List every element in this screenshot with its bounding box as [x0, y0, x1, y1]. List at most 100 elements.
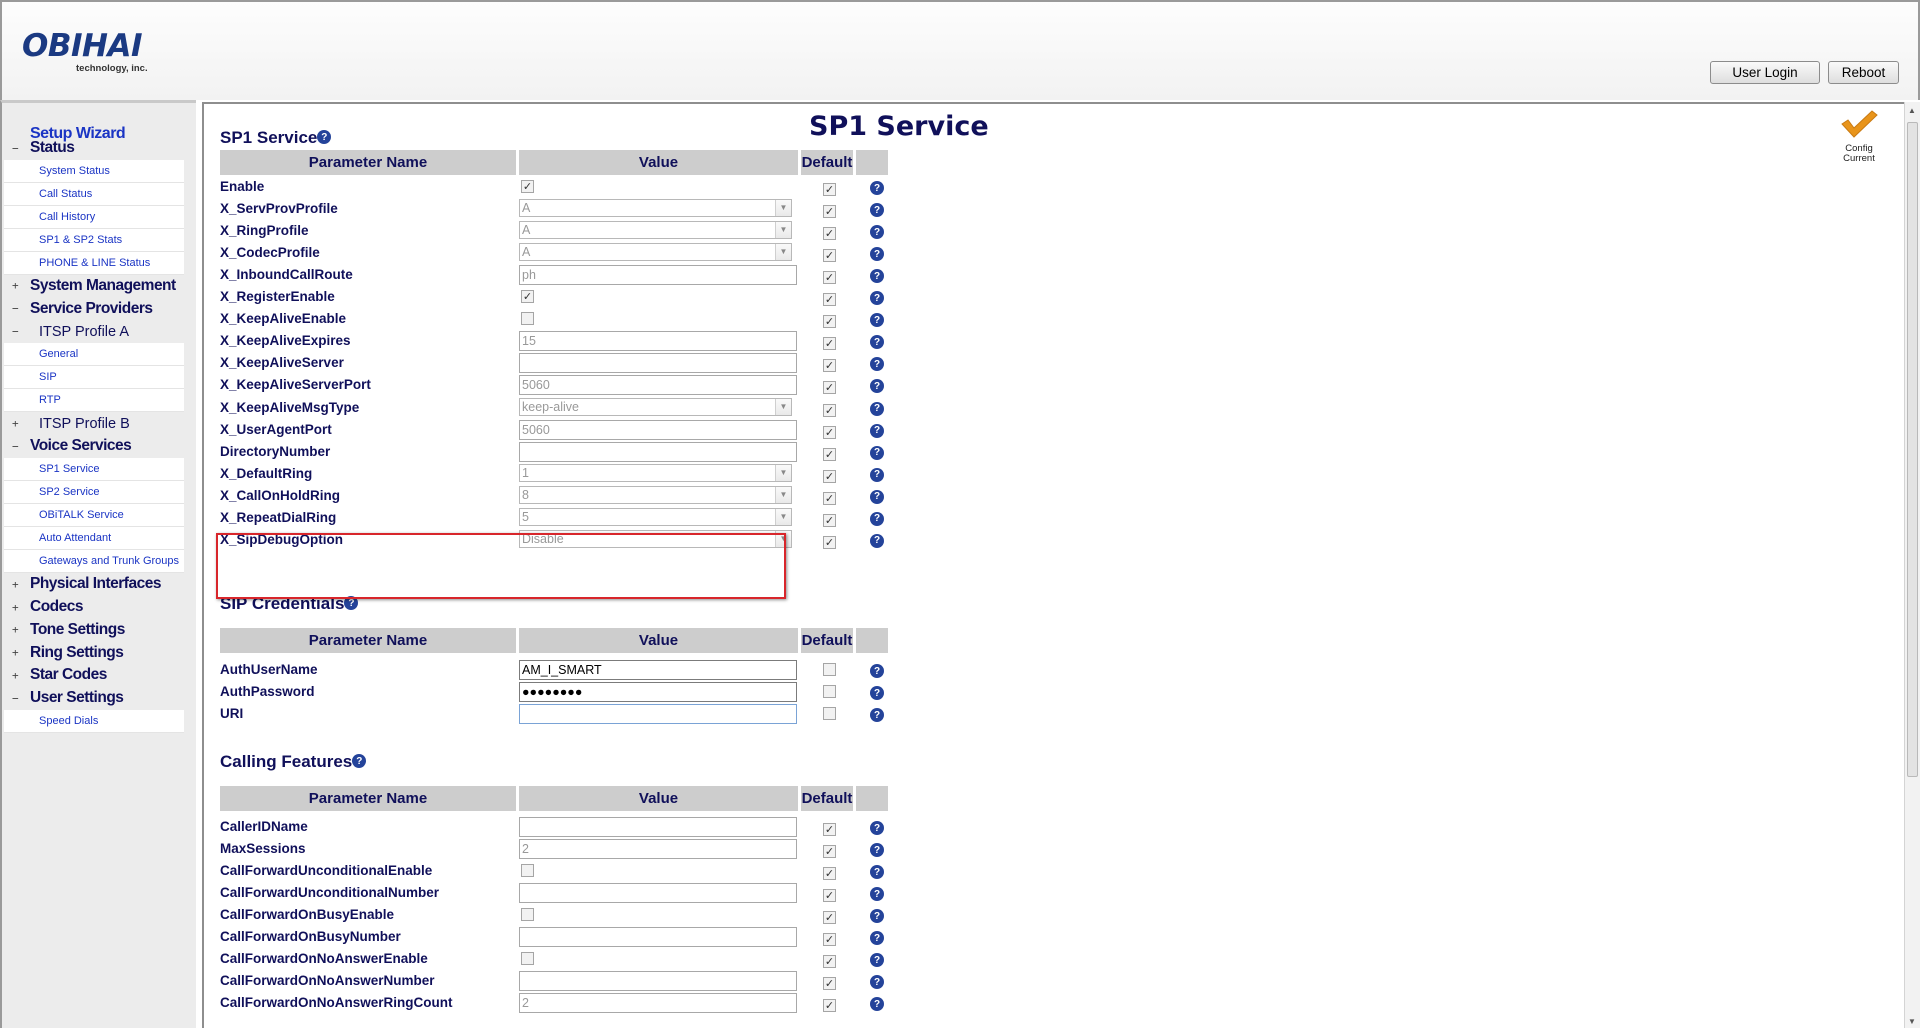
help-icon[interactable]: ? [352, 754, 367, 768]
default-checkbox[interactable]: ✓ [823, 469, 836, 483]
help-icon[interactable]: ? [870, 511, 884, 526]
help-icon[interactable]: ? [870, 708, 884, 723]
help-icon[interactable]: ? [870, 686, 884, 701]
expand-icon[interactable]: + [12, 646, 22, 659]
default-checkbox[interactable]: ✓ [823, 933, 836, 947]
default-checkbox[interactable]: ✓ [823, 315, 836, 329]
param-select[interactable]: keep-alive ▼ [519, 397, 792, 416]
default-checkbox[interactable]: ✓ [823, 955, 836, 969]
default-checkbox[interactable] [823, 707, 836, 721]
sidebar-item-general[interactable]: General [4, 343, 184, 367]
default-checkbox[interactable]: ✓ [823, 513, 836, 527]
help-icon[interactable]: ? [870, 821, 884, 835]
param-text-input[interactable]: ph [519, 265, 797, 286]
sidebar-section-itsp-profile-a[interactable]: − ITSP Profile A [4, 320, 184, 343]
help-icon[interactable]: ? [870, 401, 884, 416]
sidebar-item-system-status[interactable]: System Status [4, 159, 184, 183]
default-checkbox[interactable]: ✓ [823, 271, 836, 285]
sidebar-section-physical-interfaces[interactable]: + Physical Interfaces [4, 573, 184, 595]
param-text-input[interactable]: 2 [519, 839, 797, 860]
sidebar-section-codecs[interactable]: + Codecs [4, 596, 184, 618]
expand-icon[interactable]: + [12, 279, 22, 292]
default-checkbox[interactable]: ✓ [823, 425, 836, 439]
default-checkbox[interactable]: ✓ [823, 977, 836, 991]
chevron-down-icon[interactable]: ▼ [775, 200, 791, 217]
default-checkbox[interactable]: ✓ [823, 535, 836, 549]
param-select[interactable]: 8 ▼ [519, 485, 792, 504]
param-text-input[interactable]: 5060 [519, 419, 797, 440]
expand-icon[interactable]: + [12, 669, 22, 682]
expand-icon[interactable]: + [12, 601, 22, 614]
param-checkbox[interactable] [521, 864, 534, 878]
help-icon[interactable]: ? [870, 953, 884, 968]
chevron-down-icon[interactable]: ▼ [775, 244, 791, 261]
chevron-down-icon[interactable]: ▼ [775, 508, 791, 525]
param-checkbox[interactable]: ✓ [521, 180, 534, 193]
param-text-input[interactable]: AM_I_SMART [519, 660, 797, 680]
sidebar-item-obitalk-service[interactable]: OBiTALK Service [4, 504, 184, 528]
param-checkbox[interactable]: ✓ [521, 290, 534, 304]
collapse-icon[interactable]: − [12, 142, 22, 155]
chevron-down-icon[interactable]: ▼ [775, 486, 791, 503]
help-icon[interactable]: ? [870, 291, 884, 306]
sidebar-item-sp2-service[interactable]: SP2 Service [4, 481, 184, 505]
sidebar-item-speed-dials[interactable]: Speed Dials [4, 710, 184, 733]
sidebar-section-star-codes[interactable]: + Star Codes [4, 664, 184, 686]
default-checkbox[interactable]: ✓ [823, 293, 836, 307]
help-icon[interactable]: ? [870, 269, 884, 284]
param-text-input[interactable] [519, 927, 797, 948]
param-text-input[interactable]: ●●●●●●●● [519, 682, 797, 703]
chevron-down-icon[interactable]: ▼ [775, 464, 791, 481]
help-icon[interactable]: ? [870, 247, 884, 262]
collapse-icon[interactable]: − [12, 692, 22, 705]
expand-icon[interactable]: + [12, 417, 22, 430]
default-checkbox[interactable]: ✓ [823, 403, 836, 417]
param-checkbox[interactable] [521, 908, 534, 922]
sidebar-item-sip[interactable]: SIP [4, 366, 184, 390]
default-checkbox[interactable]: ✓ [823, 491, 836, 505]
help-icon[interactable]: ? [870, 467, 884, 482]
param-text-input[interactable]: 5060 [519, 375, 797, 396]
param-text-input[interactable] [519, 441, 797, 462]
help-icon[interactable]: ? [870, 357, 884, 372]
help-icon[interactable]: ? [870, 843, 884, 858]
chevron-down-icon[interactable]: ▼ [775, 398, 791, 415]
help-icon[interactable]: ? [870, 335, 884, 350]
help-icon[interactable]: ? [870, 664, 884, 678]
param-text-input[interactable]: 15 [519, 331, 797, 352]
help-icon[interactable]: ? [870, 379, 884, 394]
param-select[interactable]: A ▼ [519, 199, 792, 218]
sidebar-item-gateways-and-trunk-groups[interactable]: Gateways and Trunk Groups [4, 550, 184, 574]
default-checkbox[interactable]: ✓ [823, 205, 836, 219]
default-checkbox[interactable]: ✓ [823, 183, 836, 196]
scroll-up-icon[interactable]: ▲ [1908, 106, 1916, 115]
default-checkbox[interactable]: ✓ [823, 867, 836, 881]
sidebar-section-system-management[interactable]: + System Management [4, 275, 184, 297]
default-checkbox[interactable]: ✓ [823, 337, 836, 351]
param-text-input[interactable] [519, 817, 797, 837]
help-icon[interactable]: ? [870, 533, 884, 548]
sidebar-section-tone-settings[interactable]: + Tone Settings [4, 619, 184, 641]
default-checkbox[interactable]: ✓ [823, 249, 836, 263]
default-checkbox[interactable]: ✓ [823, 889, 836, 903]
sidebar-item-call-history[interactable]: Call History [4, 205, 184, 229]
reboot-button[interactable]: Reboot [1828, 61, 1899, 84]
default-checkbox[interactable]: ✓ [823, 911, 836, 925]
default-checkbox[interactable] [823, 663, 836, 676]
param-text-input[interactable] [519, 353, 797, 374]
default-checkbox[interactable]: ✓ [823, 845, 836, 859]
sidebar-section-service-providers[interactable]: − Service Providers [4, 298, 184, 320]
help-icon[interactable]: ? [870, 203, 884, 218]
default-checkbox[interactable]: ✓ [823, 447, 836, 461]
param-select[interactable]: A ▼ [519, 221, 792, 240]
sidebar-section-status[interactable]: − Status [4, 137, 184, 159]
default-checkbox[interactable]: ✓ [823, 381, 836, 395]
scroll-down-icon[interactable]: ▼ [1908, 1017, 1916, 1026]
expand-icon[interactable]: + [12, 623, 22, 636]
param-text-input[interactable]: 2 [519, 993, 797, 1014]
param-text-input[interactable] [519, 704, 797, 725]
collapse-icon[interactable]: − [12, 440, 22, 453]
expand-icon[interactable]: + [12, 578, 22, 591]
param-select[interactable]: 5 ▼ [519, 507, 792, 526]
help-icon[interactable]: ? [870, 865, 884, 880]
